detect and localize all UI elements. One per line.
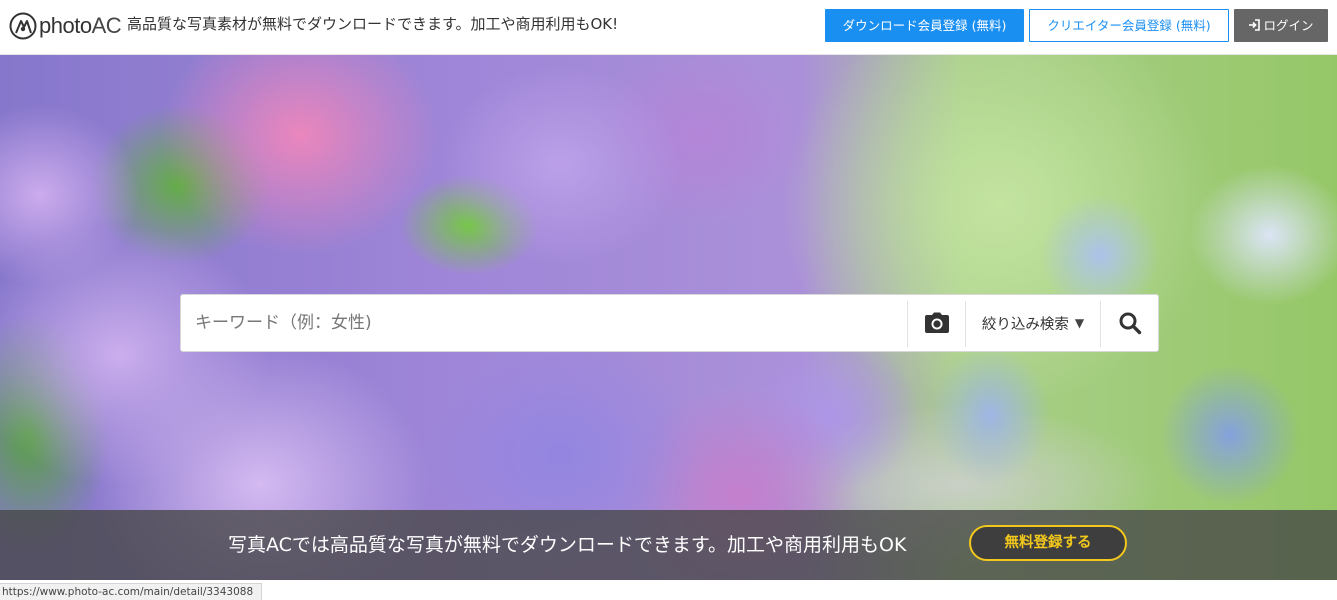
login-label: ログイン <box>1263 18 1314 33</box>
page: photoAC 高品質な写真素材が無料でダウンロードできます。加工や商用利用もO… <box>0 0 1337 600</box>
image-search-button[interactable] <box>908 295 965 351</box>
site-header: photoAC 高品質な写真素材が無料でダウンロードできます。加工や商用利用もO… <box>0 0 1337 55</box>
logo-text: photoAC <box>39 13 122 38</box>
promo-banner: 写真ACでは高品質な写真が無料でダウンロードできます。加工や商用利用もOK 無料… <box>0 510 1337 580</box>
download-register-button[interactable]: ダウンロード会員登録 (無料) <box>825 9 1024 42</box>
hero-image: 絞り込み検索 ▼ 写真ACでは高品質な写真が無料でダウンロードできます。加工や商用… <box>0 55 1337 580</box>
photoac-logo-icon <box>9 12 37 40</box>
header-tagline: 高品質な写真素材が無料でダウンロードできます。加工や商用利用もOK! <box>127 15 619 33</box>
filter-search-dropdown[interactable]: 絞り込み検索 ▼ <box>966 295 1100 351</box>
filter-search-label: 絞り込み検索 <box>981 316 1069 333</box>
chevron-down-icon: ▼ <box>1074 316 1085 330</box>
browser-status-url: https://www.photo-ac.com/main/detail/334… <box>0 583 262 600</box>
search-icon <box>1119 312 1141 335</box>
search-input[interactable] <box>181 295 907 351</box>
camera-icon <box>924 312 949 333</box>
site-logo[interactable]: photoAC <box>9 11 122 41</box>
free-register-button[interactable]: 無料登録する <box>969 525 1127 561</box>
search-button[interactable] <box>1101 295 1158 351</box>
promo-banner-text: 写真ACでは高品質な写真が無料でダウンロードできます。加工や商用利用もOK <box>228 534 907 556</box>
search-bar: 絞り込み検索 ▼ <box>180 294 1159 352</box>
creator-register-button[interactable]: クリエイター会員登録 (無料) <box>1029 9 1229 42</box>
sign-in-icon <box>1249 19 1261 31</box>
login-button[interactable]: ログイン <box>1234 9 1328 42</box>
